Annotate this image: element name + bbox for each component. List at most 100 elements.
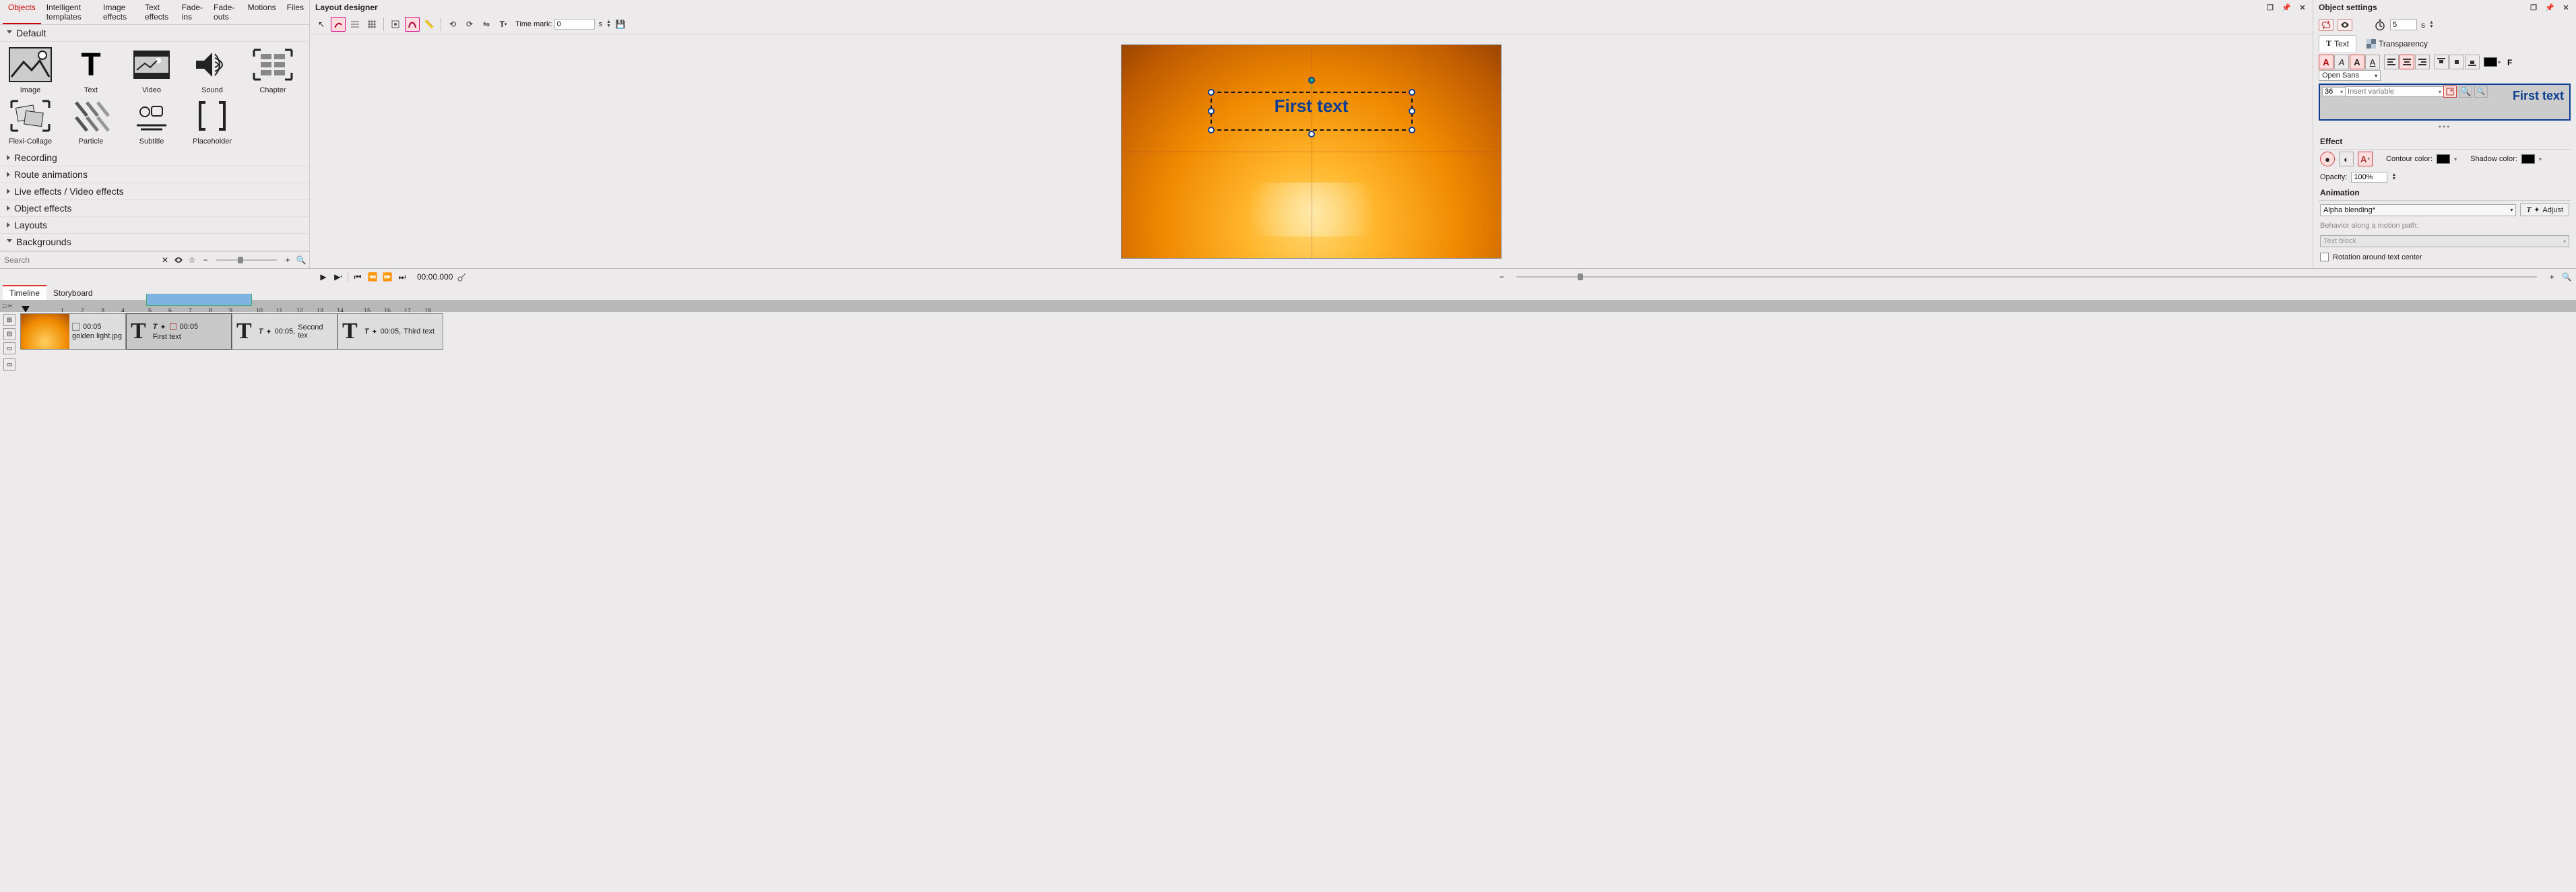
object-placeholder[interactable]: Placeholder <box>183 97 241 146</box>
os-close-icon[interactable]: ✕ <box>2561 3 2571 12</box>
object-text[interactable]: T Text <box>62 46 120 94</box>
opacity-input[interactable] <box>2351 172 2387 183</box>
object-subtitle[interactable]: Subtitle <box>123 97 181 146</box>
clip-text-3[interactable]: T T✦ 00:05, Third text <box>337 313 443 350</box>
tl-zoom-in-icon[interactable]: + <box>2546 272 2557 282</box>
rotate-left-icon[interactable]: ⟲ <box>445 17 460 32</box>
clip-text-2[interactable]: T T✦ 00:05, Second tex <box>232 313 337 350</box>
tl-zoom-out-icon[interactable]: − <box>1496 272 1507 282</box>
loop-toggle[interactable] <box>2319 19 2333 31</box>
section-live[interactable]: Live effects / Video effects <box>0 183 309 200</box>
track-btn-1[interactable]: ⊞ <box>3 314 15 326</box>
magnify-icon[interactable]: 🔍 <box>296 255 307 265</box>
tab-image-effects[interactable]: Image effects <box>98 0 139 24</box>
zoom-in-text-btn[interactable]: 🔍 <box>2459 86 2472 98</box>
handle-e[interactable] <box>1409 108 1415 115</box>
zoom-slider[interactable] <box>216 259 277 261</box>
tab-fade-outs[interactable]: Fade-outs <box>208 0 243 24</box>
zoom-in-icon[interactable]: + <box>282 255 293 265</box>
text-style-icon[interactable]: T▾ <box>496 17 511 32</box>
rotation-checkbox[interactable] <box>2320 253 2329 261</box>
path-tool-icon[interactable] <box>405 17 420 32</box>
valign-mid-btn[interactable] <box>2449 55 2464 69</box>
clip-image[interactable]: 00:05golden light.jpg <box>20 313 126 350</box>
tl-fit-icon[interactable]: 🔍 <box>2561 272 2572 282</box>
object-chapter[interactable]: Chapter <box>244 46 302 94</box>
tl-zoom-slider[interactable] <box>1516 276 2537 278</box>
object-particle[interactable]: Particle <box>62 97 120 146</box>
contour-dd[interactable]: ▾ <box>2454 156 2457 162</box>
selected-range[interactable] <box>146 294 252 306</box>
window-close-icon[interactable]: ✕ <box>2298 3 2307 12</box>
grid-icon[interactable] <box>364 17 379 32</box>
tab-motions[interactable]: Motions <box>243 0 282 24</box>
underline-btn[interactable]: A <box>2365 55 2380 69</box>
visibility-toggle[interactable] <box>2338 19 2352 31</box>
designer-canvas[interactable]: First text <box>1121 44 1502 259</box>
section-recording[interactable]: Recording <box>0 150 309 166</box>
eye-icon[interactable] <box>173 255 184 265</box>
opacity-spinner[interactable]: ▲▼ <box>2391 173 2396 181</box>
next-frame-icon[interactable]: ⏩ <box>382 272 393 282</box>
rotate-right-icon[interactable]: ⟳ <box>462 17 477 32</box>
tab-text[interactable]: TText <box>2319 35 2356 52</box>
window-restore-icon[interactable]: ❐ <box>2265 3 2275 12</box>
os-restore-icon[interactable]: ❐ <box>2529 3 2538 12</box>
text-preview[interactable]: ▾ ▾ 🔍 🔍 First text <box>2319 84 2571 121</box>
object-sound[interactable]: Sound <box>183 46 241 94</box>
section-route[interactable]: Route animations <box>0 166 309 183</box>
tab-files[interactable]: Files <box>282 0 309 24</box>
handle-sw[interactable] <box>1208 127 1215 133</box>
ruler-icon[interactable]: 📏 <box>422 17 437 32</box>
shadow-dd[interactable]: ▾ <box>2539 156 2542 162</box>
animation-combo[interactable]: Alpha blending*▾ <box>2320 204 2516 216</box>
flip-icon[interactable]: ⇋ <box>479 17 494 32</box>
tab-timeline[interactable]: Timeline <box>3 285 46 300</box>
tab-text-effects[interactable]: Text effects <box>139 0 176 24</box>
cut-icon[interactable]: ✂ <box>7 302 13 310</box>
clip-text-1[interactable]: T T✦ 00:05First text <box>126 313 232 350</box>
text-color-swatch[interactable] <box>2484 57 2497 67</box>
window-pin-icon[interactable]: 📌 <box>2282 3 2291 12</box>
play-icon[interactable]: ▶ <box>318 272 329 282</box>
handle-ne[interactable] <box>1409 89 1415 96</box>
shadow-color[interactable] <box>2521 154 2535 164</box>
handle-se[interactable] <box>1409 127 1415 133</box>
duration-input[interactable] <box>2390 20 2417 30</box>
goto-end-icon[interactable]: ⏭ <box>397 272 408 282</box>
track-lane[interactable]: 00:05golden light.jpg T T✦ 00:05First te… <box>20 312 2576 351</box>
tab-objects[interactable]: Objects <box>3 0 41 24</box>
section-default[interactable]: Default <box>0 25 309 42</box>
curve-tool-icon[interactable] <box>331 17 346 32</box>
insert-image-btn[interactable] <box>2443 86 2457 98</box>
more-options-ellipsis[interactable]: ••• <box>2313 122 2576 131</box>
font-select[interactable]: Open Sans ▾ <box>2319 70 2381 81</box>
track-btn-3[interactable]: ▭ <box>3 342 15 354</box>
selection-box[interactable] <box>1211 92 1413 131</box>
section-backgrounds[interactable]: Backgrounds <box>0 234 309 251</box>
insert-variable[interactable] <box>2345 86 2446 97</box>
align-center-btn[interactable] <box>2400 55 2414 69</box>
align-left-btn[interactable] <box>2384 55 2399 69</box>
object-flexi-collage[interactable]: Flexi-Collage <box>1 97 59 146</box>
snap-icon[interactable] <box>388 17 403 32</box>
prev-frame-icon[interactable]: ⏪ <box>367 272 378 282</box>
section-layouts[interactable]: Layouts <box>0 217 309 234</box>
save-icon[interactable]: 💾 <box>613 17 628 32</box>
tab-fade-ins[interactable]: Fade-ins <box>176 0 208 24</box>
lock-track-icon[interactable]: □ <box>3 302 6 310</box>
zoom-out-text-btn[interactable]: 🔍 <box>2474 86 2488 98</box>
track-btn-2[interactable]: ⊟ <box>3 328 15 340</box>
align-right-btn[interactable] <box>2415 55 2430 69</box>
play-from-icon[interactable]: ▶• <box>333 272 344 282</box>
italic-btn[interactable]: A <box>2334 55 2349 69</box>
clear-search-icon[interactable]: ✕ <box>160 255 170 265</box>
handle-rotate[interactable] <box>1308 77 1315 84</box>
handle-s[interactable] <box>1308 131 1315 137</box>
track-btn-4[interactable]: ▭ <box>3 358 15 371</box>
search-input[interactable] <box>3 253 157 267</box>
tab-transparency[interactable]: Transparency <box>2359 35 2435 52</box>
handle-w[interactable] <box>1208 108 1215 115</box>
track-lane-2[interactable] <box>20 356 2576 377</box>
text-effect-btn[interactable]: A <box>2358 152 2373 166</box>
